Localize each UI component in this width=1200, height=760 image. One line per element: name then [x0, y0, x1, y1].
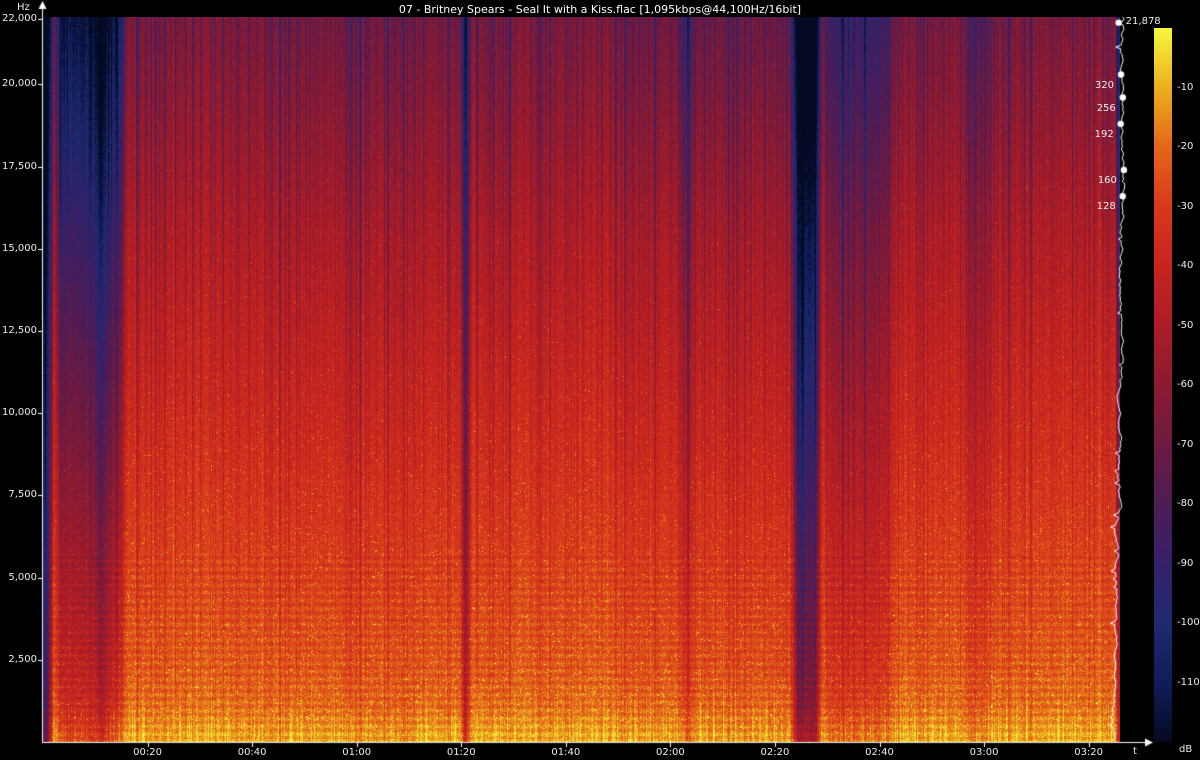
- freq-tick-label: 7,500: [8, 489, 37, 501]
- freq-tick-label: 20,000: [2, 78, 37, 90]
- freq-tick-label: 15,000: [2, 242, 37, 254]
- time-tick-label: 03:20: [1074, 747, 1104, 758]
- spectrum-analyzer-window: 07 - Britney Spears - Seal It with a Kis…: [0, 0, 1200, 760]
- file-title: 07 - Britney Spears - Seal It with a Kis…: [398, 3, 802, 16]
- db-tick-label: -110: [1177, 676, 1200, 688]
- freq-tick-label: 2,500: [8, 653, 37, 665]
- db-tick-label: -30: [1177, 200, 1194, 212]
- db-tick-label: -90: [1177, 557, 1194, 569]
- freq-tick-label: 17,500: [2, 160, 37, 172]
- db-tick-label: -80: [1177, 498, 1194, 509]
- freq-tick-label: 12,500: [2, 325, 37, 336]
- time-tick-label: 00:20: [133, 747, 162, 758]
- time-tick-label: 02:00: [655, 747, 685, 758]
- db-tick-label: -20: [1177, 141, 1194, 152]
- freq-tick-label: 10,000: [2, 407, 37, 419]
- freq-tick-label: 5,000: [8, 571, 37, 583]
- time-axis-label: t: [1133, 746, 1137, 757]
- db-tick-label: -40: [1177, 260, 1194, 271]
- max-frequency-label: 21,878: [1125, 15, 1161, 27]
- db-tick-label: -100: [1177, 617, 1200, 628]
- time-tick-label: 01:20: [446, 747, 476, 758]
- freq-axis-label: Hz: [17, 2, 30, 13]
- time-tick-label: 00:40: [237, 747, 267, 758]
- spectrogram-canvas: [43, 17, 1120, 742]
- db-tick-label: -10: [1177, 81, 1194, 93]
- time-tick-label: 03:00: [969, 747, 999, 758]
- db-tick-label: -50: [1177, 319, 1194, 331]
- db-colorbar: [1154, 28, 1172, 742]
- db-tick-label: -60: [1177, 379, 1194, 390]
- time-tick-label: 01:00: [342, 747, 372, 758]
- time-tick-label: 02:20: [760, 747, 790, 758]
- time-tick-label: 02:40: [865, 747, 894, 758]
- db-tick-label: -70: [1177, 438, 1194, 450]
- db-axis-label: dB: [1179, 744, 1193, 755]
- time-tick-label: 01:40: [551, 747, 581, 758]
